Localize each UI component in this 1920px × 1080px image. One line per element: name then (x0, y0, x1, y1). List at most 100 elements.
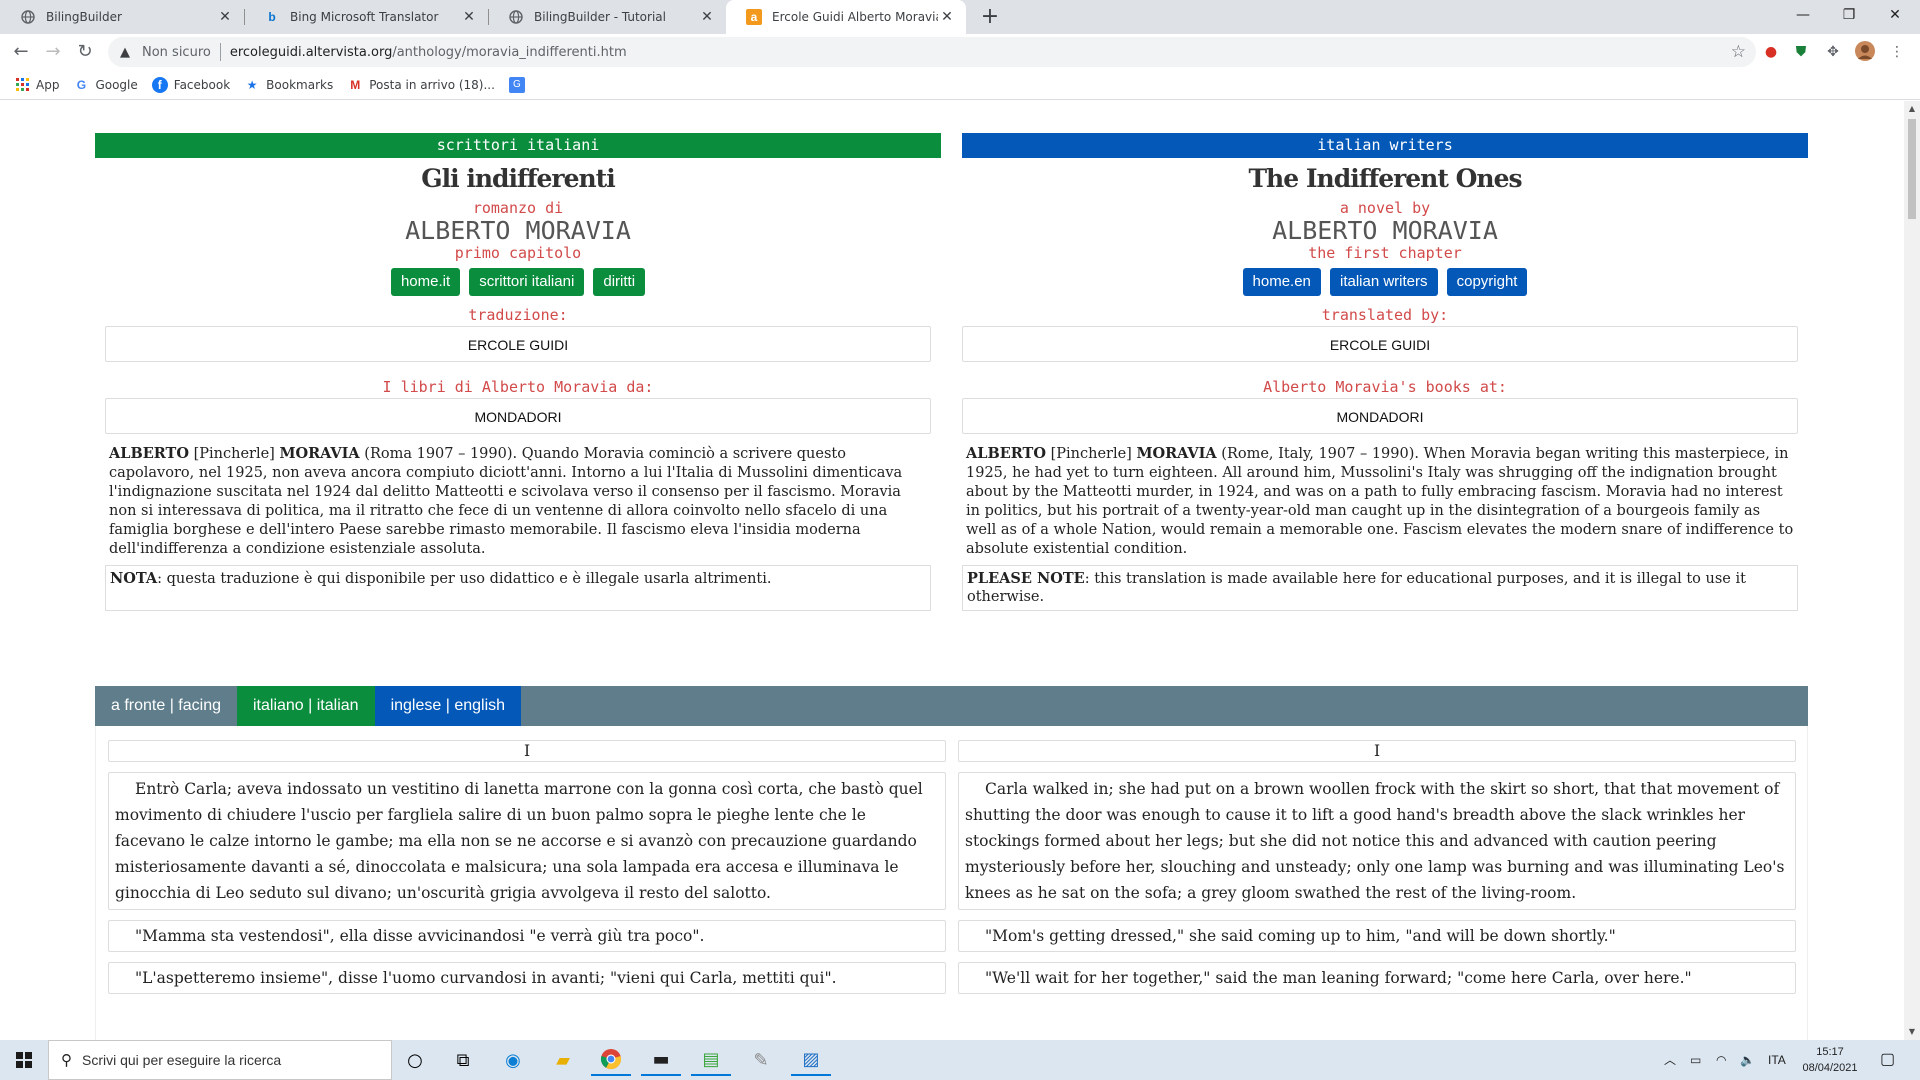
app-chart-icon[interactable]: ▤ (691, 1044, 731, 1076)
address-bar[interactable]: ▲ Non sicuro ercoleguidi.altervista.org/… (108, 37, 1756, 67)
profile-avatar[interactable] (1854, 41, 1876, 63)
band-italian-writers: italian writers (962, 133, 1808, 158)
back-arrow-icon[interactable]: ← (6, 37, 36, 67)
diritti-button[interactable]: diritti (593, 268, 646, 296)
books-label-en: Alberto Moravia's books at: (1263, 378, 1507, 396)
english-text-column: I Carla walked in; she had put on a brow… (958, 740, 1796, 1004)
close-tab-icon[interactable]: ✕ (460, 9, 478, 25)
note-text: : questa traduzione è qui disponibile pe… (157, 571, 772, 587)
translator-field-en[interactable]: ERCOLE GUIDI (962, 326, 1798, 362)
close-tab-icon[interactable]: ✕ (938, 9, 956, 25)
warning-icon: ▲ (120, 44, 130, 60)
bookmark-translate[interactable]: G (508, 76, 531, 93)
bookmark-app[interactable]: App (14, 77, 59, 93)
terminal-icon[interactable]: ▬ (641, 1044, 681, 1076)
wifi-icon[interactable]: ◠ (1716, 1040, 1726, 1080)
chrome-icon[interactable] (591, 1044, 631, 1076)
scroll-down-arrow-icon[interactable]: ▼ (1904, 1024, 1920, 1040)
edge-icon[interactable]: ◉ (493, 1044, 533, 1076)
bio-en: ALBERTO [Pincherle] MORAVIA (Rome, Italy… (966, 444, 1794, 559)
home-it-button[interactable]: home.it (390, 268, 461, 296)
bookmark-label: Posta in arrivo (18)... (369, 77, 495, 92)
close-tab-icon[interactable]: ✕ (698, 9, 716, 25)
show-hidden-icons-icon[interactable]: ︿ (1664, 1040, 1676, 1080)
bio-it: ALBERTO [Pincherle] MORAVIA (Roma 1907 –… (109, 444, 927, 559)
tab-italian[interactable]: italiano | italian (237, 686, 375, 726)
italian-writers-button[interactable]: italian writers (1329, 268, 1438, 296)
gmail-icon: M (350, 77, 361, 92)
feather-app-icon[interactable]: ✎ (741, 1044, 781, 1076)
new-tab-button[interactable]: + (976, 4, 1004, 30)
tab-bing-translator[interactable]: b Bing Microsoft Translator ✕ (244, 0, 488, 34)
copyright-button[interactable]: copyright (1446, 268, 1528, 296)
paragraph-it: "L'aspetteremo insieme", disse l'uomo cu… (108, 962, 946, 994)
book-title-it: Gli indifferenti (421, 164, 615, 193)
paragraph-it: "Mamma sta vestendosi", ella disse avvic… (108, 920, 946, 952)
home-en-button[interactable]: home.en (1242, 268, 1321, 296)
tab-ercole-guidi[interactable]: a Ercole Guidi Alberto Moravia - Gl ✕ (726, 0, 966, 34)
bookmark-facebook[interactable]: f Facebook (151, 76, 230, 93)
bookmark-google[interactable]: G Google (73, 77, 138, 93)
bookmark-star-icon[interactable]: ☆ (1731, 42, 1746, 62)
tab-facing[interactable]: a fronte | facing (95, 686, 237, 726)
tab-bilingbuilder-tutorial[interactable]: BilingBuilder - Tutorial ✕ (488, 0, 726, 34)
publisher-field-en[interactable]: MONDADORI (962, 398, 1798, 434)
bookmark-label: Google (95, 77, 138, 92)
bookmarks-bar: App G Google f Facebook ★ Bookmarks M Po… (0, 70, 1920, 100)
nav-buttons-en: home.en italian writers copyright (962, 268, 1808, 296)
facebook-icon: f (151, 76, 168, 93)
omnibox-divider (219, 43, 221, 61)
reload-icon[interactable]: ↻ (70, 37, 100, 67)
tab-title: BilingBuilder (46, 10, 122, 24)
translator-field-it[interactable]: ERCOLE GUIDI (105, 326, 931, 362)
scrittori-italiani-button[interactable]: scrittori italiani (469, 268, 585, 296)
file-explorer-icon[interactable]: ▰ (543, 1044, 583, 1076)
extensions-puzzle-icon[interactable]: ✥ (1822, 41, 1844, 63)
url-path: /anthology/moravia_indifferenti.htm (392, 44, 627, 60)
close-window-button[interactable]: ✕ (1872, 0, 1918, 30)
notifications-icon[interactable]: ▢ (1880, 1040, 1895, 1080)
author-name-it: ALBERTO MORAVIA (405, 216, 631, 245)
windows-logo-icon (16, 1052, 32, 1068)
scroll-up-arrow-icon[interactable]: ▲ (1904, 101, 1920, 117)
note-en: PLEASE NOTE: this translation is made av… (962, 565, 1798, 611)
task-view-icon[interactable]: ⧉ (443, 1044, 483, 1076)
bookmark-gmail[interactable]: M Posta in arrivo (18)... (347, 77, 495, 93)
subtitle-first-chapter: the first chapter (1308, 244, 1462, 262)
restore-button[interactable]: ❐ (1826, 0, 1872, 30)
start-button[interactable] (0, 1040, 48, 1080)
bookmark-bookmarks[interactable]: ★ Bookmarks (244, 77, 333, 93)
cortana-icon[interactable]: ○ (395, 1044, 435, 1076)
scrollbar-thumb[interactable] (1908, 119, 1916, 219)
bio-name-last: MORAVIA (279, 445, 360, 462)
paragraph-en: "We'll wait for her together," said the … (958, 962, 1796, 994)
bio-mid: [Pincherle] (1045, 446, 1137, 462)
device-icon[interactable]: ▭ (1690, 1040, 1701, 1080)
browser-toolbar: ← → ↻ ▲ Non sicuro ercoleguidi.altervist… (0, 34, 1920, 70)
volume-icon[interactable]: 🔈 (1740, 1040, 1755, 1080)
subtitle-primo-capitolo: primo capitolo (454, 244, 582, 262)
page-viewport: scrittori italiani Gli indifferenti roma… (0, 101, 1904, 1040)
close-tab-icon[interactable]: ✕ (216, 9, 234, 25)
clock-time: 15:17 (1816, 1046, 1844, 1058)
book-title-en: The Indifferent Ones (1248, 164, 1522, 193)
page-scrollbar[interactable]: ▲ ▼ (1904, 101, 1920, 1040)
taskbar-search-input[interactable]: ⚲ Scrivi qui per eseguire la ricerca (48, 1040, 392, 1080)
publisher-field-it[interactable]: MONDADORI (105, 398, 931, 434)
note-label: NOTA (110, 570, 158, 587)
extension-badge-icon[interactable]: ● (1760, 41, 1782, 63)
shield-icon[interactable]: ⛊ (1790, 41, 1812, 63)
bookmark-label: Bookmarks (266, 77, 334, 92)
photos-icon[interactable]: ▨ (791, 1044, 831, 1076)
forward-arrow-icon[interactable]: → (38, 37, 68, 67)
clock[interactable]: 15:17 08/04/2021 (1790, 1044, 1870, 1076)
tab-english[interactable]: inglese | english (374, 686, 522, 726)
translator-label-en: translated by: (1321, 306, 1449, 324)
menu-kebab-icon[interactable]: ⋮ (1886, 41, 1908, 63)
minimize-button[interactable]: — (1780, 0, 1826, 30)
tab-title: Bing Microsoft Translator (290, 10, 439, 24)
language-indicator[interactable]: ITA (1768, 1040, 1786, 1080)
bio-mid: [Pincherle] (188, 446, 280, 462)
tab-bilingbuilder[interactable]: BilingBuilder ✕ (0, 0, 244, 34)
star-icon: ★ (246, 77, 258, 92)
